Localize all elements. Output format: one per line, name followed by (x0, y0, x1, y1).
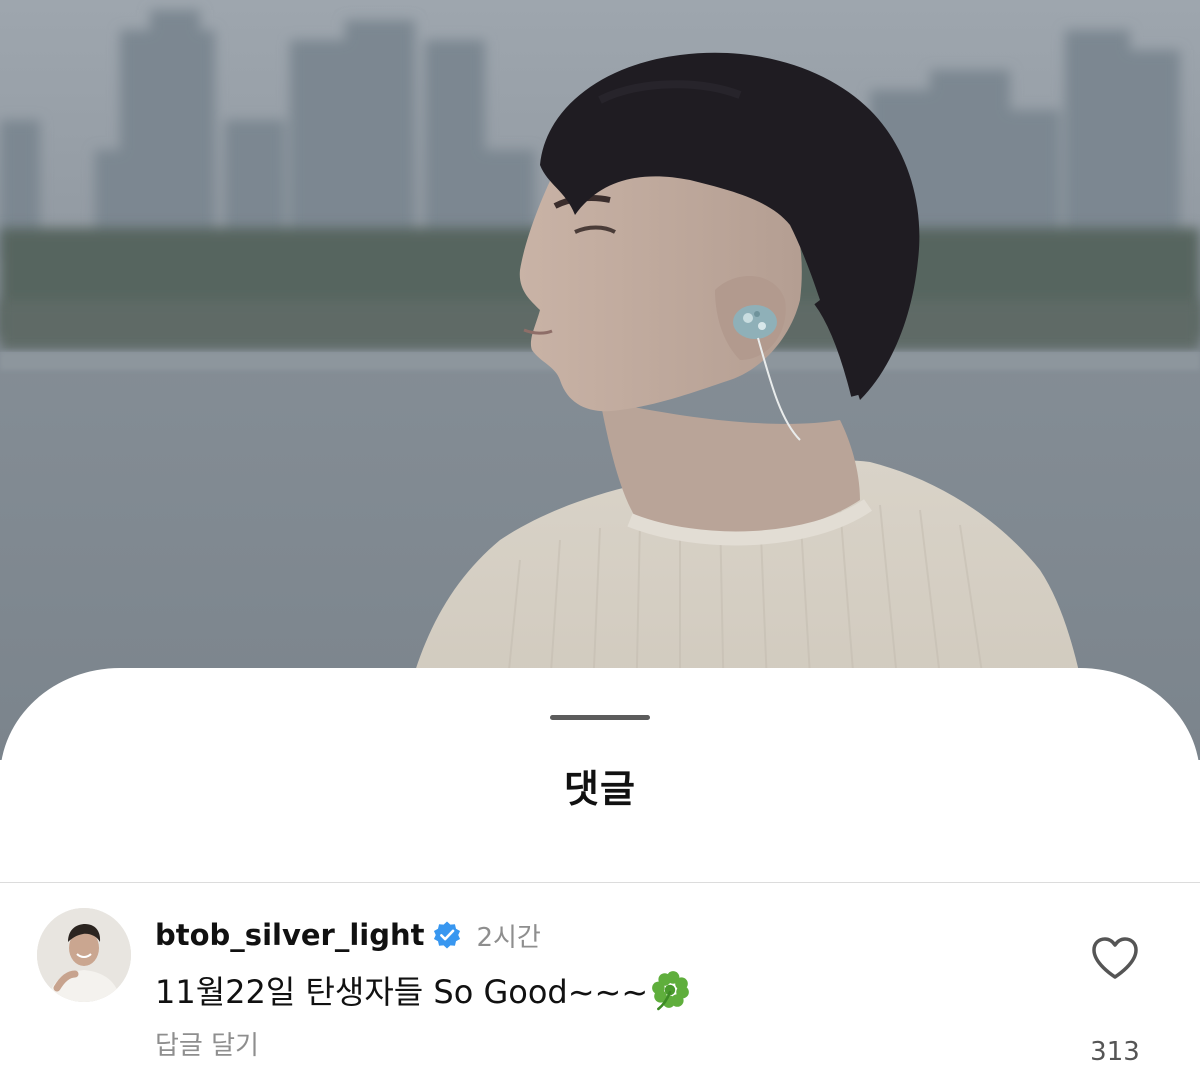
avatar-photo (37, 908, 131, 1002)
comment-body: 11월22일 탄생자들 So Good~~~ (155, 967, 692, 1013)
reply-button[interactable]: 답글 달기 (155, 1025, 259, 1062)
comment-item: btob_silver_light 2시간 11월22일 탄생자들 So Goo… (0, 883, 1200, 1086)
comments-sheet: 댓글 btob_silver_light 2시간 11월22일 탄생자들 So … (0, 668, 1200, 1086)
comment-text: 11월22일 탄생자들 So Good~~~ (155, 973, 649, 1011)
like-count: 313 (1090, 1037, 1140, 1067)
comment-time: 2시간 (476, 922, 541, 953)
comment-header: btob_silver_light 2시간 (155, 915, 541, 955)
verified-badge-icon (434, 921, 461, 949)
sheet-drag-handle[interactable] (550, 715, 650, 720)
avatar[interactable] (37, 908, 131, 1002)
four-leaf-clover-icon (652, 971, 690, 1011)
username[interactable]: btob_silver_light (155, 918, 424, 952)
screen: 댓글 btob_silver_light 2시간 11월22일 탄생자들 So … (0, 0, 1200, 1086)
heart-icon[interactable] (1090, 935, 1140, 981)
photo-illustration (0, 10, 1200, 760)
sheet-title: 댓글 (564, 767, 636, 811)
post-photo (0, 0, 1200, 760)
